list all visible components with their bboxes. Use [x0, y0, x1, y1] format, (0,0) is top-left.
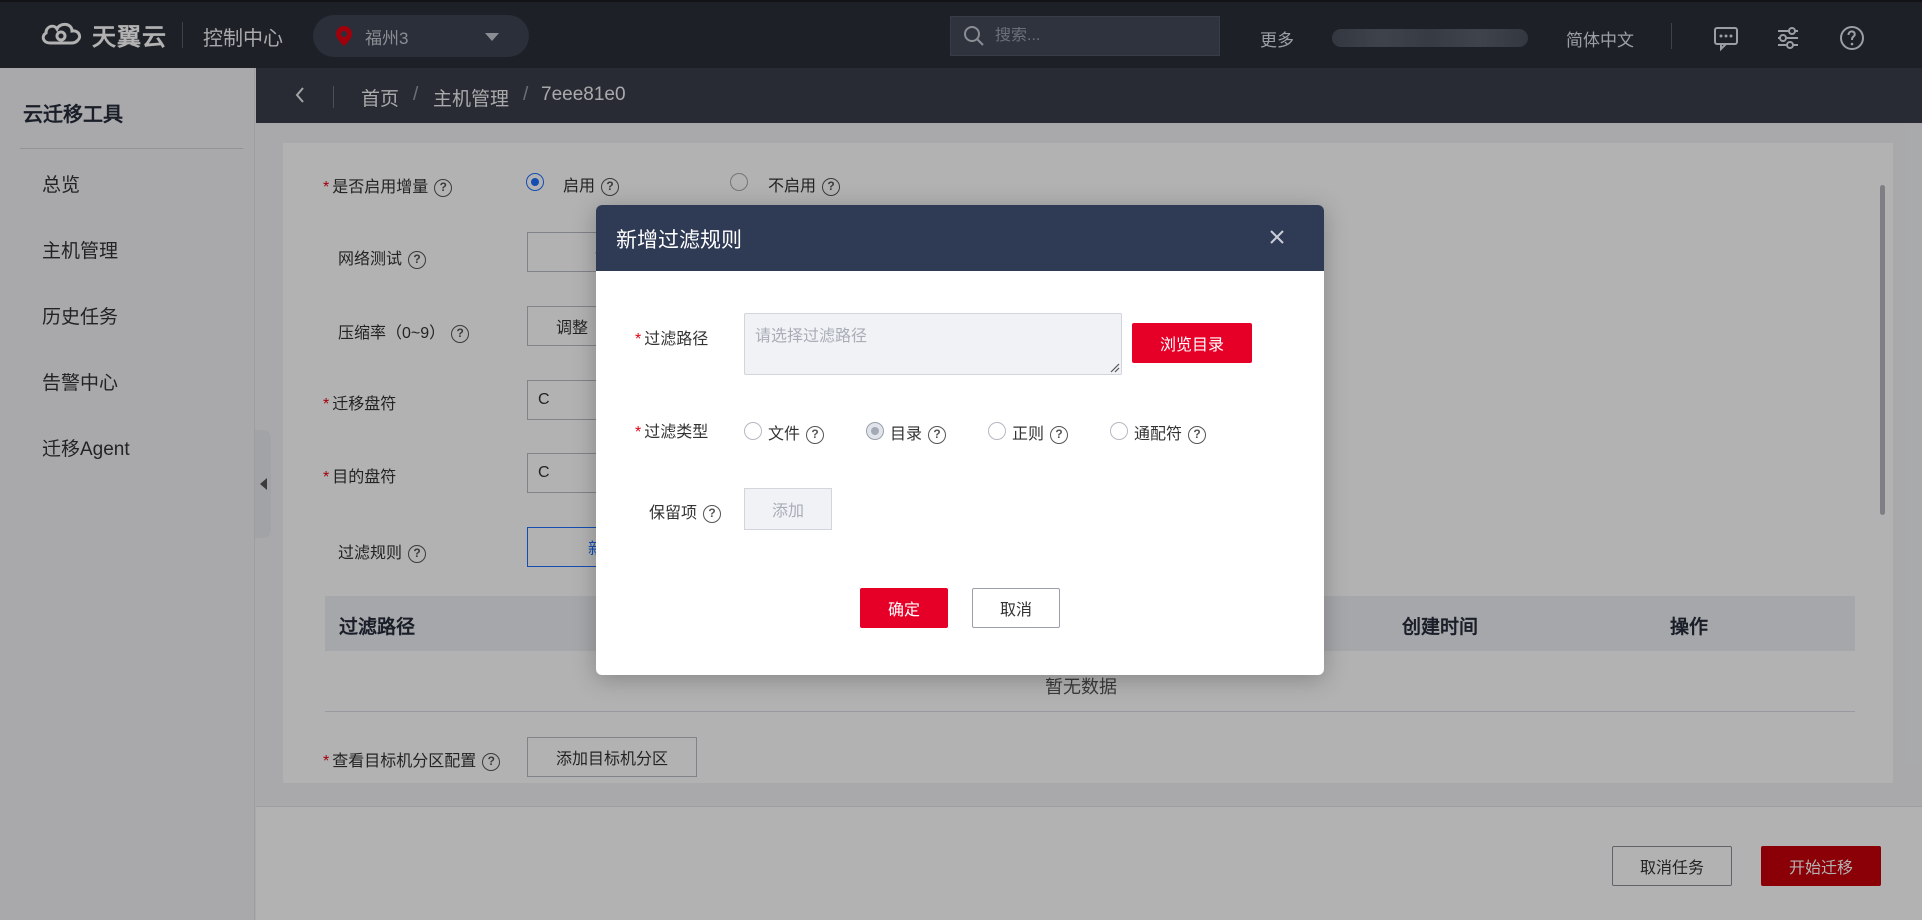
cancel-button[interactable]: 取消	[972, 588, 1060, 628]
browse-directory-button[interactable]: 浏览目录	[1132, 323, 1252, 363]
filter-type-directory-radio[interactable]	[866, 422, 884, 440]
help-icon[interactable]: ?	[806, 425, 825, 444]
filter-path-label: * 过滤路径	[635, 331, 709, 348]
dialog-title: 新增过滤规则	[616, 229, 742, 252]
dialog-header: 新增过滤规则	[596, 205, 1324, 271]
filter-type-regex-label: 正则?	[1012, 420, 1069, 444]
filter-path-input[interactable]	[744, 313, 1122, 375]
help-icon[interactable]: ?	[1188, 425, 1207, 444]
help-icon[interactable]: ?	[928, 425, 947, 444]
help-icon[interactable]: ?	[1050, 425, 1069, 444]
keep-items-label: 保留项?	[649, 499, 722, 523]
filter-type-regex-radio[interactable]	[988, 422, 1006, 440]
help-icon[interactable]: ?	[703, 504, 722, 523]
filter-type-wildcard-label: 通配符?	[1134, 420, 1207, 444]
close-icon[interactable]	[1268, 228, 1286, 246]
filter-type-file-radio[interactable]	[744, 422, 762, 440]
resize-grip-icon[interactable]	[1108, 361, 1120, 373]
filter-type-file-label: 文件?	[768, 420, 825, 444]
confirm-button[interactable]: 确定	[860, 588, 948, 628]
add-keep-item-button[interactable]: 添加	[744, 488, 832, 530]
filter-type-label: * 过滤类型	[635, 424, 709, 441]
filter-type-directory-label: 目录?	[890, 420, 947, 444]
filter-type-wildcard-radio[interactable]	[1110, 422, 1128, 440]
add-filter-rule-dialog: 新增过滤规则 *过滤路径 浏览目录 *过滤类型 文件? 目录? 正则? 通配符?…	[596, 205, 1324, 675]
